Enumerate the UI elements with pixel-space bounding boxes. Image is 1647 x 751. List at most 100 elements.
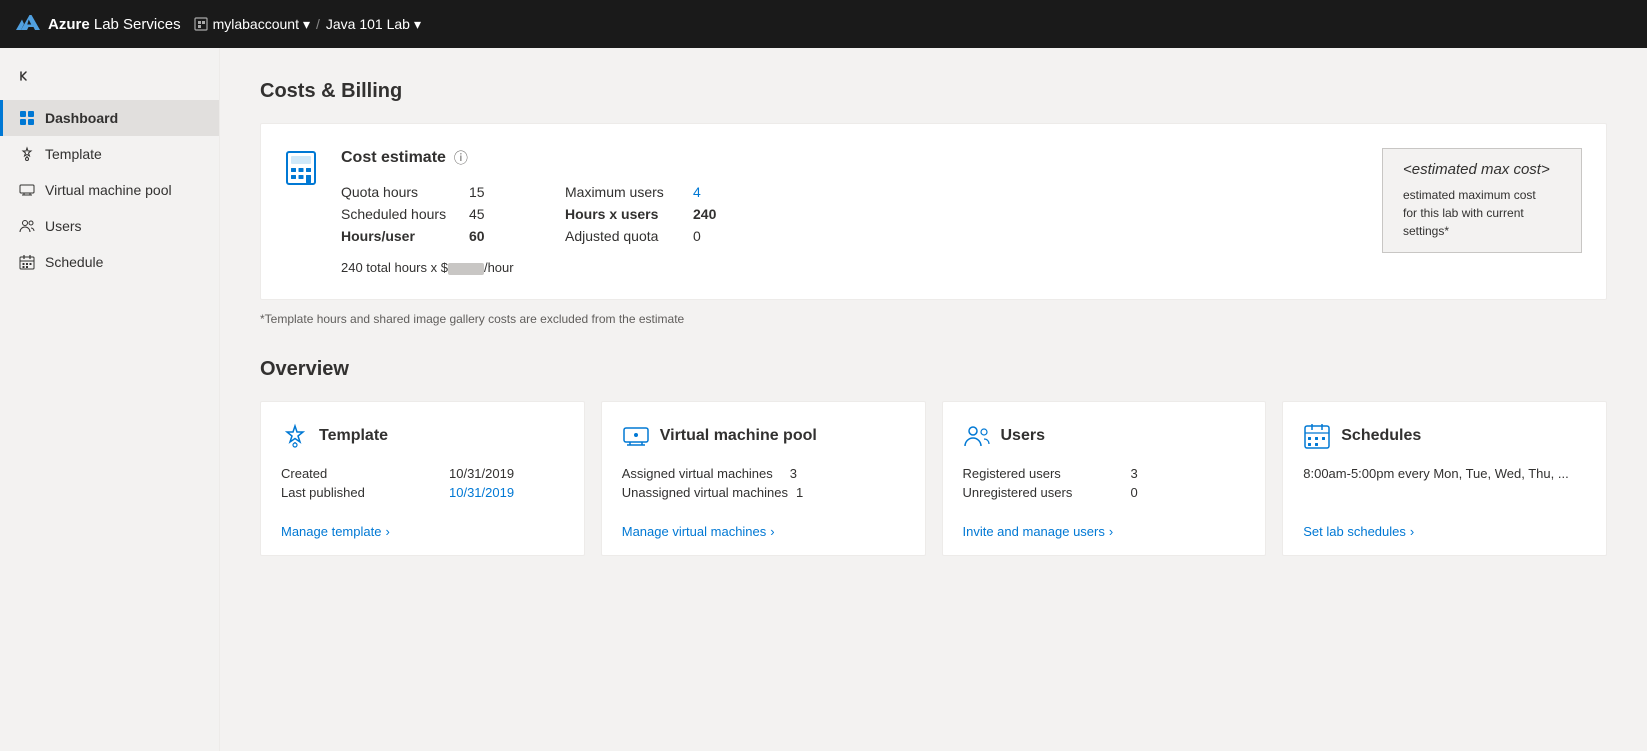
cost-header: Cost estimate ⓘ [341,148,1334,168]
brand: Azure Lab Services [16,12,181,36]
set-lab-schedules-link[interactable]: Set lab schedules › [1303,524,1586,539]
template-created-row: Created 10/31/2019 [281,466,564,481]
hours-x-users-label: Hours x users [565,206,685,222]
sidebar: Dashboard Template Virtua [0,48,220,751]
users-card-header: Users [963,422,1246,450]
hours-x-users-row: Hours x users 240 [565,206,765,222]
adjusted-quota-row: Adjusted quota 0 [565,228,765,244]
template-card-title: Template [319,427,388,445]
estimate-box: <estimated max cost> estimated maximum c… [1382,148,1582,253]
calculator-icon [285,150,317,186]
scheduled-hours-value: 45 [469,206,485,222]
users-card-body: Registered users 3 Unregistered users 0 [963,466,1246,504]
unassigned-vms-row: Unassigned virtual machines 1 [622,485,905,500]
chevron-right-icon: › [1109,524,1113,539]
cost-footnote: *Template hours and shared image gallery… [260,312,1607,326]
overview-card-schedules[interactable]: Schedules 8:00am-5:00pm every Mon, Tue, … [1282,401,1607,556]
sidebar-item-users[interactable]: Users [0,208,219,244]
sidebar-item-schedule[interactable]: Schedule [0,244,219,280]
unassigned-vms-value: 1 [796,485,803,500]
account-nav-item[interactable]: mylabaccount ▾ [193,16,310,33]
brand-azure: Azure [48,16,90,33]
unassigned-vms-label: Unassigned virtual machines [622,485,788,500]
schedule-text: 8:00am-5:00pm every Mon, Tue, Wed, Thu, … [1303,466,1586,481]
assigned-vms-value: 3 [790,466,797,481]
unregistered-users-label: Unregistered users [963,485,1123,500]
collapse-icon [16,68,32,84]
template-card-header: Template [281,422,564,450]
breadcrumb: mylabaccount ▾ / Java 101 Lab ▾ [193,16,421,33]
estimate-label: <estimated max cost> [1403,161,1561,178]
adjusted-quota-value: 0 [693,228,701,244]
invite-users-link[interactable]: Invite and manage users › [963,524,1246,539]
vm-pool-icon [19,182,35,198]
registered-users-value: 3 [1131,466,1138,481]
sidebar-label-dashboard: Dashboard [45,110,118,126]
cost-estimate-card: Cost estimate ⓘ Quota hours 15 Maximum u… [260,123,1607,300]
template-icon [19,146,35,162]
brand-service: Lab Services [94,16,181,33]
estimate-desc: estimated maximum cost for this lab with… [1403,186,1561,240]
users-card-icon [963,422,991,450]
hours-per-user-row: Hours/user 60 [341,228,541,244]
overview-card-users[interactable]: Users Registered users 3 Unregistered us… [942,401,1267,556]
max-users-value: 4 [693,184,701,200]
sidebar-item-template[interactable]: Template [0,136,219,172]
cost-total: 240 total hours x $/hour [341,260,1334,275]
cost-title: Cost estimate [341,149,446,167]
vm-pool-card-header: Virtual machine pool [622,422,905,450]
lab-name: Java 101 Lab [326,16,410,32]
schedules-card-icon [1303,422,1331,450]
scheduled-hours-label: Scheduled hours [341,206,461,222]
cost-grid: Quota hours 15 Maximum users 4 Scheduled… [341,184,1334,244]
overview-cards: Template Created 10/31/2019 Last publish… [260,401,1607,556]
cost-details: Cost estimate ⓘ Quota hours 15 Maximum u… [341,148,1334,275]
adjusted-quota-label: Adjusted quota [565,228,685,244]
sidebar-label-users: Users [45,218,82,234]
template-published-label: Last published [281,485,441,500]
registered-users-label: Registered users [963,466,1123,481]
sidebar-collapse-button[interactable] [0,60,219,100]
breadcrumb-separator: / [316,16,320,32]
schedules-card-title: Schedules [1341,427,1421,445]
schedules-card-header: Schedules [1303,422,1586,450]
template-published-value: 10/31/2019 [449,485,514,500]
quota-hours-label: Quota hours [341,184,461,200]
overview-card-template[interactable]: Template Created 10/31/2019 Last publish… [260,401,585,556]
hours-per-user-label: Hours/user [341,228,461,244]
template-card-body: Created 10/31/2019 Last published 10/31/… [281,466,564,504]
assigned-vms-row: Assigned virtual machines 3 [622,466,905,481]
unregistered-users-row: Unregistered users 0 [963,485,1246,500]
manage-template-link[interactable]: Manage template › [281,524,564,539]
template-published-row: Last published 10/31/2019 [281,485,564,500]
max-users-row: Maximum users 4 [565,184,765,200]
hours-x-users-value: 240 [693,206,716,222]
schedules-card-body: 8:00am-5:00pm every Mon, Tue, Wed, Thu, … [1303,466,1586,504]
vm-pool-card-body: Assigned virtual machines 3 Unassigned v… [622,466,905,504]
users-card-title: Users [1001,427,1045,445]
info-icon[interactable]: ⓘ [454,148,468,168]
azure-logo-icon [16,12,40,36]
dashboard-icon [19,110,35,126]
account-icon [193,16,209,32]
sidebar-label-schedule: Schedule [45,254,103,270]
manage-vms-link[interactable]: Manage virtual machines › [622,524,905,539]
overview-card-vm-pool[interactable]: Virtual machine pool Assigned virtual ma… [601,401,926,556]
vm-pool-card-title: Virtual machine pool [660,427,817,445]
assigned-vms-label: Assigned virtual machines [622,466,782,481]
registered-users-row: Registered users 3 [963,466,1246,481]
vm-pool-card-icon [622,422,650,450]
unregistered-users-value: 0 [1131,485,1138,500]
max-users-label: Maximum users [565,184,685,200]
sidebar-item-dashboard[interactable]: Dashboard [0,100,219,136]
sidebar-label-template: Template [45,146,102,162]
price-placeholder [448,263,484,275]
costs-billing-title: Costs & Billing [260,80,1607,103]
template-created-value: 10/31/2019 [449,466,514,481]
sidebar-item-vm-pool[interactable]: Virtual machine pool [0,172,219,208]
scheduled-hours-row: Scheduled hours 45 [341,206,541,222]
lab-nav-item[interactable]: Java 101 Lab ▾ [326,16,421,33]
account-dropdown-icon: ▾ [303,16,310,33]
template-card-icon [281,422,309,450]
main-content: Costs & Billing Cost estimate ⓘ [220,48,1647,751]
